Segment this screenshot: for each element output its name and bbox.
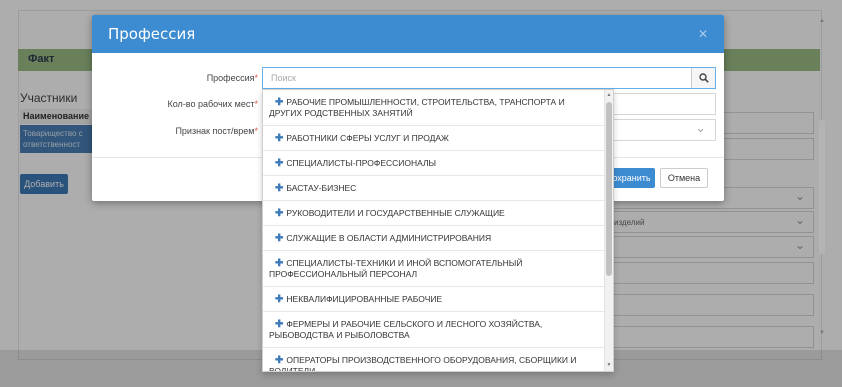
plus-icon: ✚ — [275, 158, 284, 169]
plus-icon: ✚ — [275, 355, 284, 366]
profession-option-label: ОПЕРАТОРЫ ПРОИЗВОДСТВЕННОГО ОБОРУДОВАНИЯ… — [269, 355, 577, 372]
search-icon — [698, 73, 709, 83]
plus-icon: ✚ — [275, 319, 284, 330]
save-button[interactable]: охранить — [608, 168, 655, 188]
plus-icon: ✚ — [275, 294, 284, 305]
close-icon[interactable]: ✕ — [698, 27, 708, 41]
profession-list: ✚ РАБОЧИЕ ПРОМЫШЛЕННОСТИ, СТРОИТЕЛЬСТВА, … — [263, 90, 605, 372]
profession-option-label: БАСТАУ-БИЗНЕС — [286, 183, 357, 193]
profession-option[interactable]: ✚ БАСТАУ-БИЗНЕС — [263, 176, 605, 201]
workplaces-field-label: Кол-во рабочих мест* — [167, 99, 258, 109]
cancel-button[interactable]: Отмена — [660, 168, 708, 188]
profession-option[interactable]: ✚ ОПЕРАТОРЫ ПРОИЗВОДСТВЕННОГО ОБОРУДОВАНИ… — [263, 348, 605, 372]
dropdown-scroll-up-icon[interactable]: ▲ — [605, 92, 613, 98]
profession-option[interactable]: ✚ РАБОТНИКИ СФЕРЫ УСЛУГ И ПРОДАЖ — [263, 126, 605, 151]
search-input[interactable] — [263, 68, 693, 88]
plus-icon: ✚ — [275, 233, 284, 244]
profession-field-label: Профессия* — [206, 73, 258, 83]
scroll-up-arrow-icon[interactable]: ▲ — [818, 18, 826, 24]
profession-option[interactable]: ✚ НЕКВАЛИФИЦИРОВАННЫЕ РАБОЧИЕ — [263, 287, 605, 312]
profession-option-label: НЕКВАЛИФИЦИРОВАННЫЕ РАБОЧИЕ — [286, 294, 443, 304]
profession-option[interactable]: ✚ РАБОЧИЕ ПРОМЫШЛЕННОСТИ, СТРОИТЕЛЬСТВА, … — [263, 90, 605, 126]
profession-option[interactable]: ✚ СПЕЦИАЛИСТЫ-ТЕХНИКИ И ИНОЙ ВСПОМОГАТЕЛЬ… — [263, 251, 605, 287]
plus-icon: ✚ — [275, 258, 284, 269]
page-scrollbar[interactable]: ▲ ▼ — [818, 14, 826, 340]
profession-option[interactable]: ✚ РУКОВОДИТЕЛИ И ГОСУДАРСТВЕННЫЕ СЛУЖАЩИЕ — [263, 201, 605, 226]
plus-icon: ✚ — [275, 133, 284, 144]
profession-option[interactable]: ✚ СПЕЦИАЛИСТЫ-ПРОФЕССИОНАЛЫ — [263, 151, 605, 176]
profession-dropdown: ✚ РАБОЧИЕ ПРОМЫШЛЕННОСТИ, СТРОИТЕЛЬСТВА, … — [262, 89, 614, 372]
dropdown-scroll-down-icon[interactable]: ▼ — [605, 362, 613, 368]
page-scrollbar-thumb[interactable] — [819, 120, 825, 254]
dropdown-scrollbar-thumb[interactable] — [606, 102, 612, 276]
profession-option-label: РУКОВОДИТЕЛИ И ГОСУДАРСТВЕННЫЕ СЛУЖАЩИЕ — [286, 208, 505, 218]
profession-option-label: РАБОТНИКИ СФЕРЫ УСЛУГ И ПРОДАЖ — [286, 133, 449, 143]
plus-icon: ✚ — [275, 97, 284, 108]
profession-search-field[interactable] — [262, 67, 716, 89]
permanent-temporary-field-label: Признак пост/врем* — [175, 126, 258, 136]
profession-option-label: СЛУЖАЩИЕ В ОБЛАСТИ АДМИНИСТРИРОВАНИЯ — [286, 233, 492, 243]
plus-icon: ✚ — [275, 208, 284, 219]
search-button[interactable] — [691, 68, 715, 88]
dropdown-scrollbar[interactable]: ▲ ▼ — [604, 90, 613, 371]
scroll-down-arrow-icon[interactable]: ▼ — [818, 330, 826, 336]
profession-option-label: СПЕЦИАЛИСТЫ-ТЕХНИКИ И ИНОЙ ВСПОМОГАТЕЛЬН… — [269, 258, 523, 279]
profession-option-label: РАБОЧИЕ ПРОМЫШЛЕННОСТИ, СТРОИТЕЛЬСТВА, Т… — [269, 97, 565, 118]
profession-option[interactable]: ✚ СЛУЖАЩИЕ В ОБЛАСТИ АДМИНИСТРИРОВАНИЯ — [263, 226, 605, 251]
profession-option-label: ФЕРМЕРЫ И РАБОЧИЕ СЕЛЬСКОГО И ЛЕСНОГО ХО… — [269, 319, 543, 340]
modal-header: Профессия ✕ — [92, 15, 724, 53]
modal-title: Профессия — [108, 25, 196, 43]
profession-option-label: СПЕЦИАЛИСТЫ-ПРОФЕССИОНАЛЫ — [286, 158, 437, 168]
profession-option[interactable]: ✚ ФЕРМЕРЫ И РАБОЧИЕ СЕЛЬСКОГО И ЛЕСНОГО Х… — [263, 312, 605, 348]
plus-icon: ✚ — [275, 183, 284, 194]
